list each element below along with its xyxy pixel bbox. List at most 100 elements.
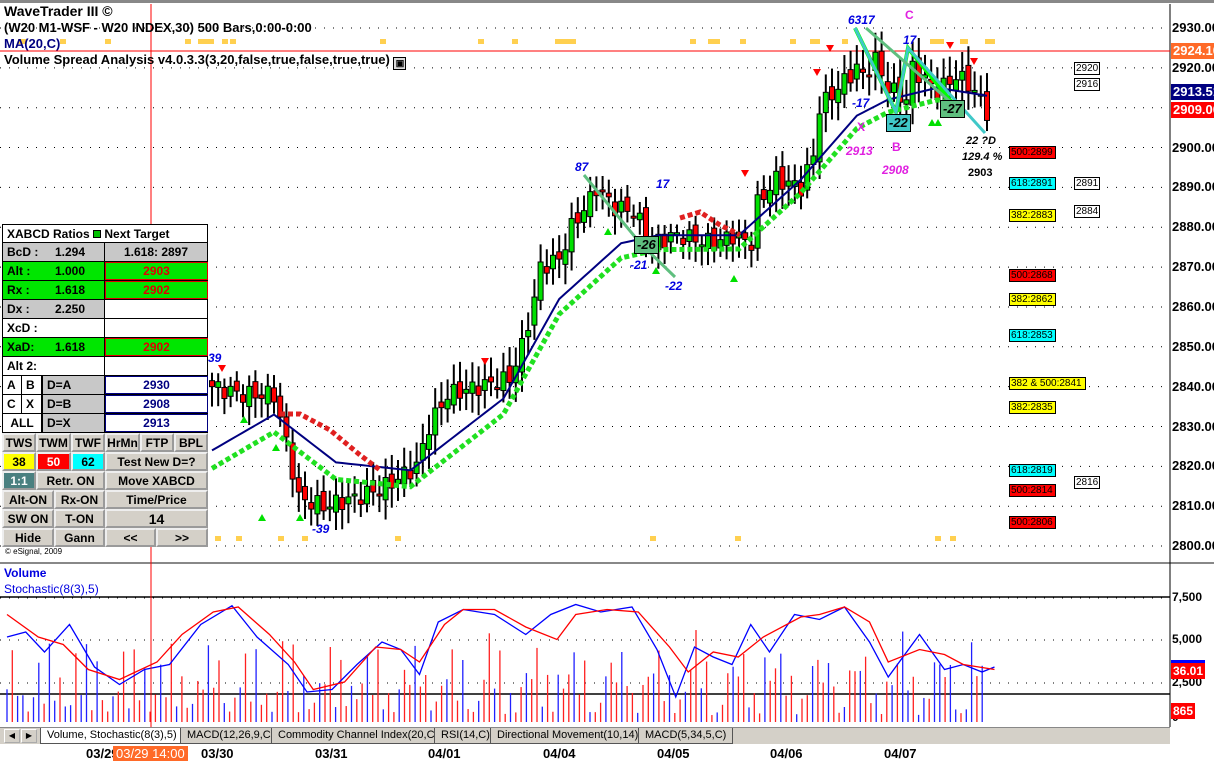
candle-body [618, 200, 625, 213]
hrmn-button[interactable]: HrMn [105, 433, 140, 452]
vsa-marker [735, 536, 741, 541]
candle-body [971, 89, 978, 93]
tab-macd-12-26-9[interactable]: MACD(12,26,9,C) [180, 728, 282, 744]
candle-body [209, 380, 215, 388]
date-label: 04/01 [428, 746, 461, 761]
candle-body [853, 63, 860, 80]
rx-on-button[interactable]: Rx-ON [54, 490, 105, 509]
vsa-marker [198, 39, 214, 44]
vsa-marker [650, 536, 656, 541]
twm-button[interactable]: TWM [36, 433, 71, 452]
candle-body [407, 469, 414, 480]
point-a-toggle[interactable]: A [2, 376, 22, 394]
d-projection-label: 22 ?D [966, 135, 996, 147]
candle-body [785, 180, 792, 187]
time-price-button[interactable]: Time/Price [105, 490, 208, 509]
price-box-label: 2816 [1074, 476, 1101, 490]
gann-button[interactable]: Gann [54, 528, 105, 547]
wave-box-minus22: -22 [886, 114, 911, 132]
target-cell [105, 357, 208, 375]
twf-button[interactable]: TWF [71, 433, 105, 452]
wave-label-minus21: -21 [630, 258, 648, 272]
candle-body [661, 233, 668, 249]
candle-body [463, 388, 470, 394]
candle-body [562, 249, 569, 265]
ratio-1-1-button[interactable]: 1:1 [2, 471, 36, 490]
level-38-button[interactable]: 38 [2, 452, 36, 471]
tab-cci[interactable]: Commodity Channel Index(20,C) [271, 728, 446, 744]
bpl-button[interactable]: BPL [174, 433, 208, 452]
point-b-toggle[interactable]: B [22, 376, 43, 394]
ratio-label: Alt : [7, 264, 31, 278]
alt-on-button[interactable]: Alt-ON [2, 490, 54, 509]
crosshair-price-badge: 2924.10074 [1171, 43, 1214, 59]
candle-body [351, 493, 358, 497]
sw-on-button[interactable]: SW ON [2, 509, 54, 528]
candle-body [457, 381, 463, 399]
number-field[interactable]: 14 [105, 509, 208, 528]
lock-icon[interactable]: ▣ [393, 57, 407, 70]
ratio-row: XcD : [2, 319, 208, 338]
ratio-cell: BcD : 1.294 [2, 243, 105, 261]
ma-price-badge: 2913.51304 [1171, 84, 1214, 100]
candle-body [903, 99, 910, 105]
wave-box-minus26: -26 [634, 236, 659, 254]
price-tick: 2830.00 [1172, 418, 1214, 434]
price-tick: 2930.00 [1172, 20, 1214, 35]
candle-body [488, 376, 494, 383]
candle-body [215, 381, 222, 388]
sell-arrow-icon [813, 69, 821, 76]
candle-body [376, 493, 383, 497]
tab-macd-5-34-5[interactable]: MACD(5,34,5,C) [638, 728, 734, 744]
pattern-point-x: X [857, 120, 866, 134]
level-50-button[interactable]: 50 [36, 452, 71, 471]
ratio-cell: Alt : 1.000 [2, 262, 105, 280]
candle-body [959, 70, 966, 81]
candle-body [760, 189, 767, 201]
candle-body [233, 380, 240, 392]
hide-button[interactable]: Hide [2, 528, 54, 547]
ratio-cell: XaD: 1.618 [2, 338, 105, 356]
level-62-button[interactable]: 62 [71, 452, 105, 471]
candle-body [860, 68, 866, 73]
candle-body [723, 231, 730, 246]
d-target-value: 2930 [105, 376, 208, 394]
candle-body [258, 394, 265, 399]
price-tick: 2850.00 [1172, 338, 1214, 354]
buy-arrow-icon [934, 119, 942, 126]
vsa-marker [185, 39, 191, 44]
lower-tick-7500: 7,500 [1172, 590, 1203, 604]
retr-on-button[interactable]: Retr. ON [36, 471, 105, 490]
candle-body [364, 485, 370, 505]
tab-volume-stochastic[interactable]: Volume, Stochastic(8(3),5) [40, 728, 184, 744]
scroll-right-button[interactable]: ▶ [21, 729, 37, 743]
candle-body [841, 73, 848, 95]
vsa-marker [708, 39, 720, 44]
target-cell: 2903 [105, 262, 208, 280]
target-cell [105, 300, 208, 318]
ratio-cell: Rx : 1.618 [2, 281, 105, 299]
vsa-marker [950, 536, 956, 541]
tab-directional-movement[interactable]: Directional Movement(10,14) [490, 728, 646, 744]
scroll-left-button[interactable]: ◀ [4, 729, 20, 743]
vsa-marker [790, 39, 796, 44]
next-button[interactable]: >> [156, 528, 208, 547]
fib-level-label: 382:2883 [1009, 209, 1056, 223]
candle-body [643, 207, 649, 240]
point-c-toggle[interactable]: C [2, 395, 22, 413]
point-all-toggle[interactable]: ALL [2, 414, 43, 432]
test-new-d-button[interactable]: Test New D=? [105, 452, 208, 471]
tws-button[interactable]: TWS [2, 433, 36, 452]
ftp-button[interactable]: FTP [140, 433, 174, 452]
candle-body [946, 75, 953, 85]
date-label: 03/31 [315, 746, 348, 761]
buy-arrow-icon [272, 444, 280, 451]
t-on-button[interactable]: T-ON [54, 509, 105, 528]
tab-rsi[interactable]: RSI(14,C) [434, 728, 497, 744]
candle-body [698, 244, 705, 248]
prev-button[interactable]: << [105, 528, 156, 547]
point-x-toggle[interactable]: X [22, 395, 43, 413]
sell-arrow-icon [946, 42, 954, 49]
ratio-row: XaD: 1.618 2902 [2, 338, 208, 357]
move-xabcd-button[interactable]: Move XABCD [105, 471, 208, 490]
